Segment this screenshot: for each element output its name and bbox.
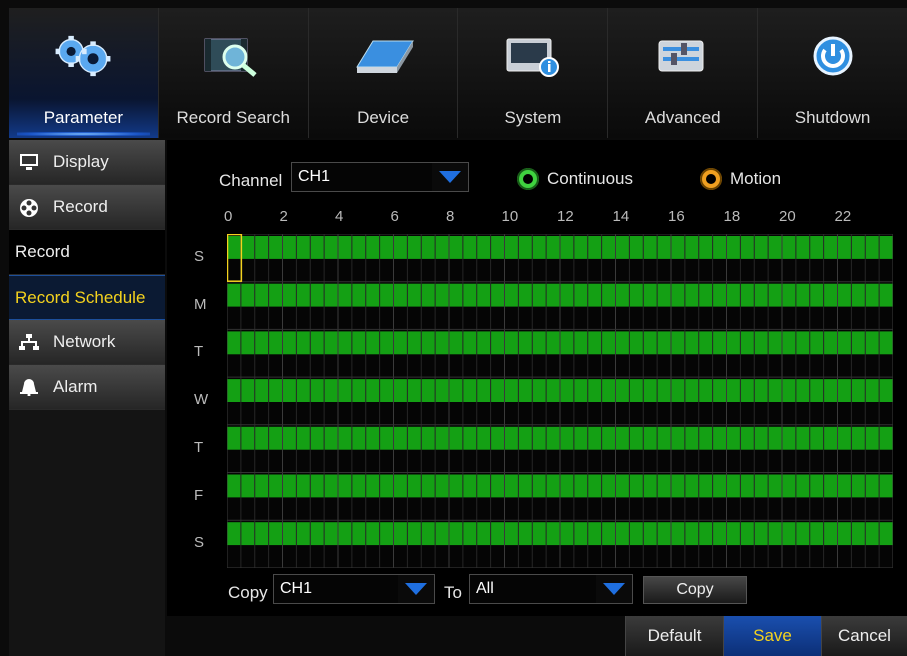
day-label: T [194, 438, 204, 456]
tab-advanced[interactable]: Advanced [608, 8, 759, 138]
sidebar-subitem-record[interactable]: Record [9, 230, 165, 275]
default-button[interactable]: Default [625, 616, 723, 656]
copy-label: Copy [228, 583, 268, 602]
hour-tick-label: 2 [279, 208, 288, 225]
channel-select-value: CH1 [298, 168, 331, 185]
save-button[interactable]: Save [723, 616, 821, 656]
hour-tick-label: 12 [557, 208, 574, 225]
tab-parameter[interactable]: Parameter [9, 8, 159, 138]
hour-tick-label: 0 [224, 208, 233, 225]
system-info-icon [501, 32, 565, 80]
day-label: W [194, 391, 209, 409]
sidebar-item-label: Alarm [53, 377, 98, 396]
sidebar-item-label: Record Schedule [15, 287, 146, 307]
tab-label: Record Search [176, 108, 290, 127]
hour-tick-label: 22 [834, 208, 852, 225]
copy-to-value: All [476, 580, 494, 597]
chevron-down-icon [432, 163, 468, 191]
hour-tick-label: 16 [668, 208, 685, 225]
hour-tick-label: 18 [723, 208, 741, 225]
top-navigation: Parameter Record Search Device System Ad… [9, 8, 907, 138]
hdd-icon [351, 32, 415, 80]
tab-label: Advanced [644, 108, 721, 127]
to-label: To [444, 583, 462, 602]
schedule-grid[interactable] [226, 233, 894, 569]
legend-motion: Motion [700, 168, 781, 190]
hour-tick-label: 20 [779, 208, 796, 225]
channel-select[interactable]: CH1 [291, 162, 469, 192]
tab-label: Device [357, 108, 410, 127]
tab-system[interactable]: System [458, 8, 609, 138]
channel-label: Channel [219, 171, 283, 190]
tab-label: Parameter [43, 108, 124, 127]
day-label: M [194, 295, 207, 313]
power-icon [801, 32, 865, 80]
tab-device[interactable]: Device [309, 8, 459, 138]
cancel-button[interactable]: Cancel [821, 616, 907, 656]
film-reel-icon [19, 198, 41, 217]
hour-tick-label: 10 [501, 208, 519, 225]
tab-label: Shutdown [794, 108, 871, 127]
copy-button[interactable]: Copy [643, 576, 747, 604]
tab-record-search[interactable]: Record Search [159, 8, 309, 138]
legend-continuous: Continuous [517, 168, 633, 190]
copy-from-value: CH1 [280, 580, 313, 597]
day-label: T [194, 343, 204, 361]
tab-label: System [504, 108, 562, 127]
sidebar-item-alarm[interactable]: Alarm [9, 365, 165, 410]
sidebar-item-label: Record [15, 242, 70, 261]
copy-to-select[interactable]: All [469, 574, 633, 604]
chevron-down-icon [596, 575, 632, 603]
chevron-down-icon [398, 575, 434, 603]
search-film-icon [201, 32, 265, 80]
tab-shutdown[interactable]: Shutdown [758, 8, 907, 138]
sidebar-item-label: Record [53, 197, 108, 216]
sidebar: Display Record Record Record Schedule Ne… [9, 140, 165, 656]
legend-continuous-label: Continuous [547, 169, 634, 188]
motion-indicator-icon [700, 168, 722, 190]
sidebar-item-network[interactable]: Network [9, 320, 165, 365]
sliders-icon [651, 32, 715, 80]
hour-tick-label: 4 [335, 208, 344, 225]
day-label: F [194, 486, 204, 504]
sidebar-subitem-record-schedule[interactable]: Record Schedule [9, 275, 165, 320]
gears-icon [51, 32, 115, 80]
dvr-window: Parameter Record Search Device System Ad… [0, 0, 907, 656]
sidebar-item-display[interactable]: Display [9, 140, 165, 185]
schedule-grid-svg[interactable] [226, 233, 894, 569]
monitor-icon [19, 153, 41, 171]
legend-motion-label: Motion [730, 169, 782, 188]
copy-from-select[interactable]: CH1 [273, 574, 435, 604]
hour-tick-label: 14 [612, 208, 630, 225]
day-label: S [194, 534, 205, 552]
day-label: S [194, 248, 205, 265]
network-icon [19, 333, 41, 351]
sidebar-item-label: Display [53, 152, 109, 171]
record-schedule-panel: Channel CH1 Continuous Motion 0 2 4 6 8 10 12 1… [167, 140, 907, 616]
continuous-indicator-icon [517, 168, 539, 190]
bell-icon [19, 378, 41, 397]
sidebar-item-label: Network [53, 332, 116, 351]
hour-tick-label: 8 [446, 208, 455, 225]
hour-tick-label: 6 [390, 208, 399, 225]
sidebar-item-record[interactable]: Record [9, 185, 165, 230]
